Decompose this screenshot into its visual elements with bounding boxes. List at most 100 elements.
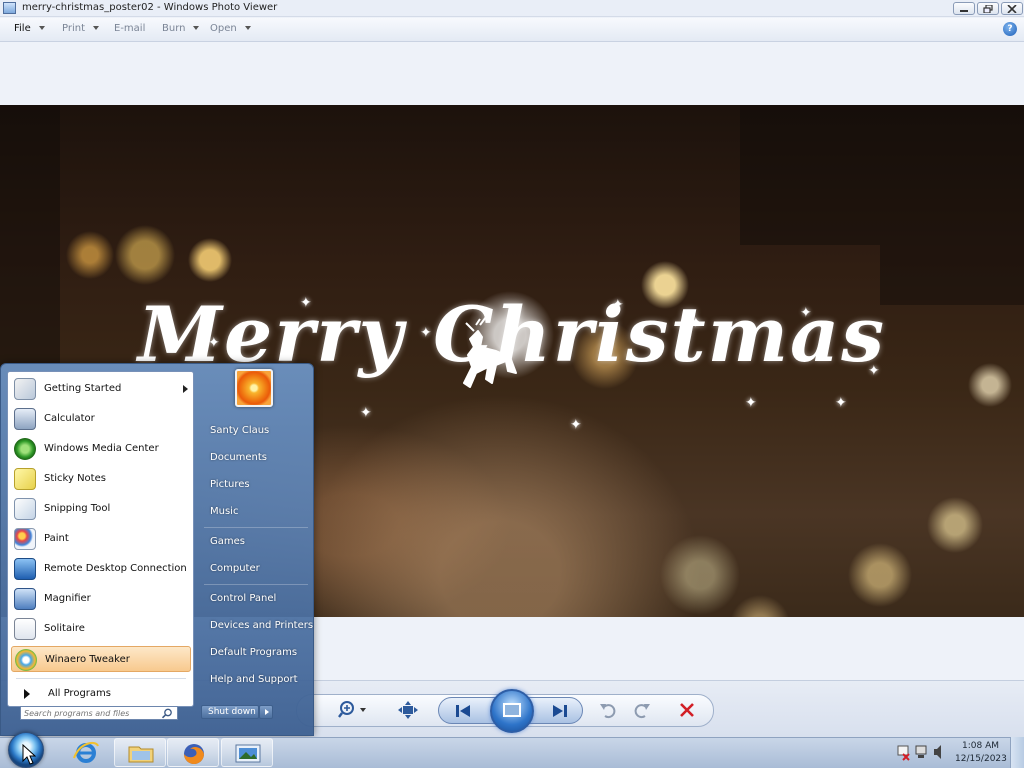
menu-open-label: Open: [210, 23, 237, 34]
program-solitaire[interactable]: Solitaire: [11, 616, 191, 642]
help-icon[interactable]: ?: [1003, 22, 1017, 36]
place-music[interactable]: Music: [210, 506, 238, 517]
all-programs-button[interactable]: All Programs: [12, 684, 190, 704]
shutdown-button[interactable]: Shut down: [201, 705, 259, 719]
previous-icon[interactable]: [452, 702, 474, 720]
menu-open[interactable]: Open: [210, 23, 251, 34]
sparkle-icon: ✦: [360, 405, 372, 421]
place-pictures[interactable]: Pictures: [210, 479, 250, 490]
show-desktop-button[interactable]: [1010, 737, 1024, 768]
close-icon: [1007, 5, 1017, 13]
place-default-programs[interactable]: Default Programs: [210, 647, 297, 658]
photo-shadow-top: [740, 105, 880, 245]
program-label: Paint: [44, 533, 69, 544]
menu-file-label: File: [14, 23, 31, 34]
sparkle-icon: ✦: [420, 325, 432, 341]
place-user[interactable]: Santy Claus: [210, 425, 269, 436]
program-label: Sticky Notes: [44, 473, 106, 484]
taskbar-firefox[interactable]: [167, 738, 219, 767]
program-sticky-notes[interactable]: Sticky Notes: [11, 466, 191, 492]
minimize-button[interactable]: [953, 2, 975, 15]
close-button[interactable]: [1001, 2, 1023, 15]
media-center-icon: [14, 438, 36, 460]
firefox-icon: [184, 744, 204, 764]
sparkle-icon: ✦: [570, 417, 582, 433]
chevron-down-icon: [38, 26, 45, 30]
slideshow-icon: [503, 703, 521, 717]
windows-explorer-icon: [128, 746, 154, 763]
sparkle-icon: ✦: [868, 363, 880, 379]
photo-shadow-right: [880, 105, 1024, 305]
window-title: merry-christmas_poster02 - Windows Photo…: [22, 2, 278, 13]
next-icon[interactable]: [549, 702, 571, 720]
sparkle-icon: ✦: [690, 315, 702, 331]
snipping-tool-icon: [14, 498, 36, 520]
search-input[interactable]: [24, 707, 154, 719]
rotate-right-icon[interactable]: [632, 700, 652, 720]
menu-file[interactable]: File: [14, 23, 45, 34]
clock-date[interactable]: 12/15/2023: [955, 754, 1007, 764]
program-label: Getting Started: [44, 383, 122, 394]
place-computer[interactable]: Computer: [210, 563, 260, 574]
menu-email[interactable]: E-mail: [114, 23, 145, 34]
paint-icon: [14, 528, 36, 550]
clock-time[interactable]: 1:08 AM: [962, 741, 999, 751]
program-calculator[interactable]: Calculator: [11, 406, 191, 432]
minimize-icon: [960, 10, 968, 12]
program-magnifier[interactable]: Magnifier: [11, 586, 191, 612]
taskbar-windows-explorer[interactable]: [114, 738, 166, 767]
rotate-left-icon[interactable]: [598, 700, 618, 720]
place-control-panel[interactable]: Control Panel: [210, 593, 276, 604]
place-help-and-support[interactable]: Help and Support: [210, 674, 298, 685]
program-remote-desktop-connection[interactable]: Remote Desktop Connection: [11, 556, 191, 582]
shutdown-options-button[interactable]: [259, 705, 273, 719]
chevron-down-icon: [93, 26, 100, 30]
taskbar-photo-viewer[interactable]: [221, 738, 273, 767]
program-label: Remote Desktop Connection: [44, 563, 187, 574]
search-box[interactable]: [20, 706, 178, 720]
menu-burn[interactable]: Burn: [162, 23, 200, 34]
fit-window-icon[interactable]: [397, 700, 419, 720]
chevron-down-icon: [244, 26, 251, 30]
place-devices-and-printers[interactable]: Devices and Printers: [210, 620, 313, 631]
slideshow-button[interactable]: [490, 689, 534, 733]
program-label: Windows Media Center: [44, 443, 159, 454]
program-label: Snipping Tool: [44, 503, 111, 514]
menu-print-label: Print: [62, 23, 86, 34]
arrow-right-icon: [24, 689, 30, 699]
photo-viewer-icon: [235, 744, 261, 763]
sticky-notes-icon: [14, 468, 36, 490]
zoom-icon[interactable]: [338, 700, 368, 720]
menu-print[interactable]: Print: [62, 23, 100, 34]
delete-icon[interactable]: [677, 700, 697, 720]
network-icon[interactable]: [915, 745, 927, 758]
solitaire-icon: [14, 618, 36, 640]
program-snipping-tool[interactable]: Snipping Tool: [11, 496, 191, 522]
program-windows-media-center[interactable]: Windows Media Center: [11, 436, 191, 462]
program-paint[interactable]: Paint: [11, 526, 191, 552]
sparkle-icon: ✦: [745, 395, 757, 411]
place-games[interactable]: Games: [210, 536, 245, 547]
internet-explorer-icon: [73, 741, 99, 763]
action-center-icon[interactable]: [897, 745, 910, 761]
sparkle-icon: ✦: [300, 295, 312, 311]
chevron-down-icon: [193, 26, 200, 30]
volume-icon[interactable]: [934, 745, 941, 759]
program-label: Winaero Tweaker: [45, 654, 130, 665]
menu-email-label: E-mail: [114, 23, 146, 34]
taskbar-internet-explorer[interactable]: [60, 738, 112, 767]
all-programs-label: All Programs: [48, 688, 111, 699]
restore-button[interactable]: [977, 2, 999, 15]
winaero-tweaker-icon: [15, 649, 37, 671]
sparkle-icon: ✦: [800, 305, 812, 321]
program-label: Solitaire: [44, 623, 85, 634]
system-tray: [897, 745, 941, 761]
reindeer-icon: [463, 317, 517, 388]
search-icon[interactable]: [161, 708, 173, 719]
program-label: Magnifier: [44, 593, 91, 604]
program-winaero-tweaker[interactable]: Winaero Tweaker: [11, 646, 191, 672]
program-getting-started[interactable]: Getting Started: [11, 376, 191, 402]
user-avatar[interactable]: [235, 369, 273, 407]
place-documents[interactable]: Documents: [210, 452, 267, 463]
submenu-arrow-icon: [183, 385, 188, 393]
